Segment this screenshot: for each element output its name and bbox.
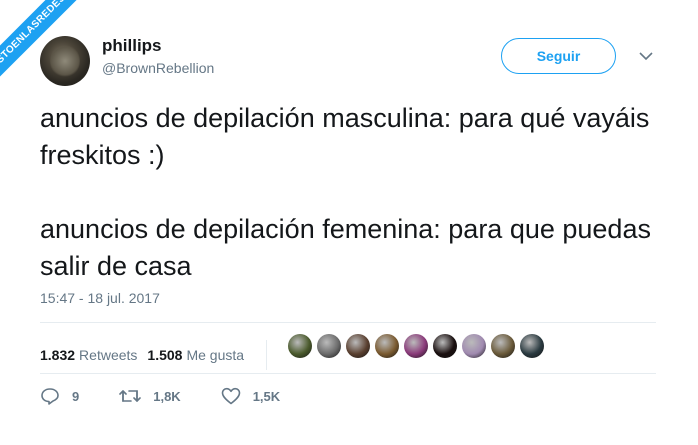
retweets-stat[interactable]: 1.832 Retweets [40,347,137,363]
stats-separator [266,340,268,370]
like-action[interactable]: 1,5K [221,387,280,405]
liker-avatar[interactable] [433,334,457,358]
reply-icon [41,388,59,405]
tweet-text: anuncios de depilación masculina: para q… [40,100,680,285]
reply-action[interactable]: 9 [40,387,79,405]
avatar[interactable] [40,36,90,86]
liker-avatar[interactable] [520,334,544,358]
likers-avatars [288,334,544,358]
user-handle[interactable]: @BrownRebellion [102,60,214,76]
chevron-down-icon[interactable] [638,50,654,62]
liker-avatar[interactable] [491,334,515,358]
retweet-icon [119,390,142,402]
tweet-timestamp[interactable]: 15:47 - 18 jul. 2017 [40,290,160,306]
likes-stat[interactable]: 1.508 Me gusta [147,347,244,363]
likes-count: 1.508 [147,347,183,363]
retweets-count: 1.832 [40,347,76,363]
liker-avatar[interactable] [288,334,312,358]
liker-avatar[interactable] [404,334,428,358]
liker-avatar[interactable] [317,334,341,358]
tweet-paragraph: anuncios de depilación femenina: para qu… [40,214,651,281]
follow-button[interactable]: Seguir [501,38,616,74]
retweet-count: 1,8K [153,388,181,404]
liker-avatar[interactable] [462,334,486,358]
retweets-label: Retweets [79,347,138,363]
tweet-stats: 1.832 Retweets 1.508 Me gusta [40,340,268,370]
heart-icon [221,387,241,405]
reply-count: 9 [72,388,80,404]
user-name[interactable]: phillips [102,36,162,56]
liker-avatar[interactable] [346,334,370,358]
divider [40,373,656,374]
retweet-action[interactable]: 1,8K [119,387,181,405]
likes-label: Me gusta [186,347,245,363]
tweet-paragraph: anuncios de depilación masculina: para q… [40,103,650,170]
like-count: 1,5K [252,388,281,404]
tweet-actions: 9 1,8K 1,5K [40,387,320,405]
liker-avatar[interactable] [375,334,399,358]
divider [40,322,656,323]
